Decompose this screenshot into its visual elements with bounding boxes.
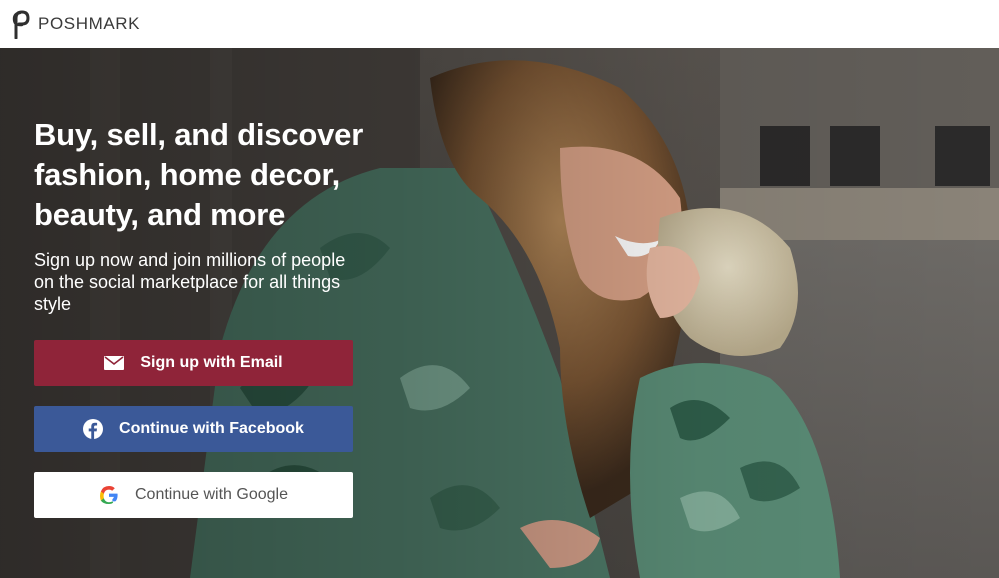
poshmark-logo-icon — [12, 10, 30, 39]
signup-email-button[interactable]: Sign up with Email — [34, 340, 353, 386]
brand-name: POSHMARK — [38, 14, 141, 33]
signup-email-label: Sign up with Email — [140, 354, 283, 371]
top-header: POSHMARK — [0, 0, 999, 48]
hero-section: Buy, sell, and discover fashion, home de… — [0, 48, 999, 578]
continue-google-button[interactable]: Continue with Google — [34, 472, 353, 518]
poshmark-logo[interactable]: POSHMARK — [8, 9, 140, 39]
continue-facebook-label: Continue with Facebook — [119, 420, 304, 437]
google-icon — [99, 485, 119, 505]
facebook-icon — [83, 419, 104, 439]
continue-google-label: Continue with Google — [135, 486, 288, 503]
envelope-icon — [104, 353, 125, 373]
hero-copy: Buy, sell, and discover fashion, home de… — [34, 115, 374, 315]
hero-headline: Buy, sell, and discover fashion, home de… — [34, 117, 364, 232]
hero-subtext: Sign up now and join millions of people … — [34, 250, 346, 314]
continue-facebook-button[interactable]: Continue with Facebook — [34, 406, 353, 452]
